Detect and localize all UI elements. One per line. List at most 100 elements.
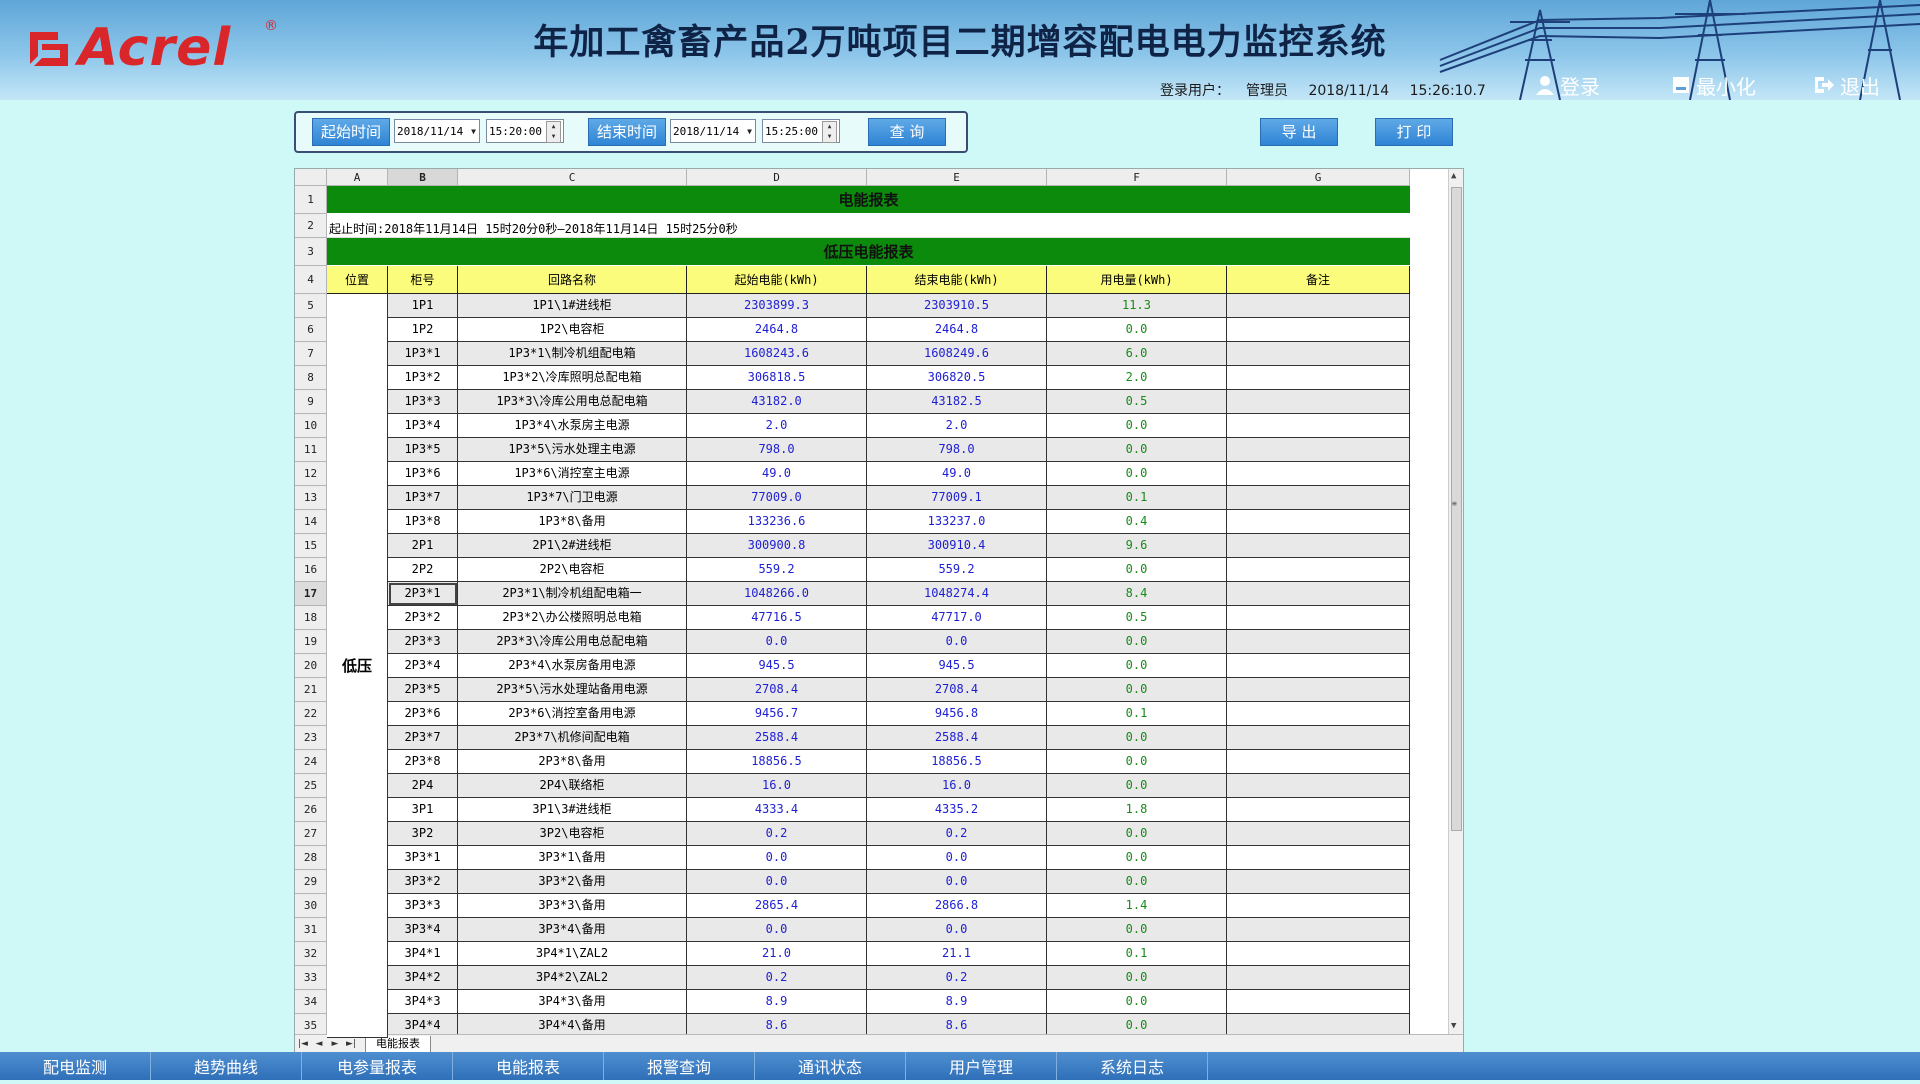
cabinet-cell[interactable]: 1P3*2	[388, 366, 458, 390]
consumption-cell[interactable]: 0.0	[1047, 462, 1227, 486]
end-energy-cell[interactable]: 49.0	[867, 462, 1047, 486]
circuit-name-cell[interactable]: 1P3*1\制冷机组配电箱	[458, 342, 687, 366]
cabinet-cell[interactable]: 3P4*3	[388, 990, 458, 1014]
consumption-cell[interactable]: 0.1	[1047, 702, 1227, 726]
remarks-cell[interactable]	[1227, 918, 1410, 942]
first-sheet-icon[interactable]: |◄	[295, 1039, 311, 1049]
column-header-e[interactable]: E	[867, 169, 1047, 186]
start-energy-cell[interactable]: 0.0	[687, 918, 867, 942]
print-button[interactable]: 打 印	[1375, 118, 1453, 146]
circuit-name-cell[interactable]: 1P3*5\污水处理主电源	[458, 438, 687, 462]
select-all-corner[interactable]	[295, 169, 327, 186]
consumption-cell[interactable]: 0.0	[1047, 870, 1227, 894]
end-energy-cell[interactable]: 16.0	[867, 774, 1047, 798]
consumption-cell[interactable]: 0.5	[1047, 390, 1227, 414]
end-energy-cell[interactable]: 0.0	[867, 846, 1047, 870]
start-energy-cell[interactable]: 798.0	[687, 438, 867, 462]
row-header[interactable]: 7	[295, 342, 327, 366]
consumption-cell[interactable]: 0.0	[1047, 558, 1227, 582]
remarks-cell[interactable]	[1227, 582, 1410, 606]
circuit-name-cell[interactable]: 2P3*1\制冷机组配电箱一	[458, 582, 687, 606]
row-header[interactable]: 33	[295, 966, 327, 990]
circuit-name-cell[interactable]: 3P3*1\备用	[458, 846, 687, 870]
row-header[interactable]: 4	[295, 266, 327, 294]
row-header[interactable]: 22	[295, 702, 327, 726]
consumption-cell[interactable]: 0.0	[1047, 822, 1227, 846]
circuit-name-cell[interactable]: 1P3*2\冷库照明总配电箱	[458, 366, 687, 390]
cabinet-cell[interactable]: 3P4*1	[388, 942, 458, 966]
start-energy-cell[interactable]: 49.0	[687, 462, 867, 486]
consumption-cell[interactable]: 0.0	[1047, 918, 1227, 942]
row-header[interactable]: 13	[295, 486, 327, 510]
row-header[interactable]: 30	[295, 894, 327, 918]
row-header[interactable]: 17	[295, 582, 327, 606]
start-energy-cell[interactable]: 0.2	[687, 966, 867, 990]
circuit-name-cell[interactable]: 1P3*4\水泵房主电源	[458, 414, 687, 438]
end-energy-cell[interactable]: 2303910.5	[867, 294, 1047, 318]
row-header[interactable]: 8	[295, 366, 327, 390]
circuit-name-cell[interactable]: 1P3*6\消控室主电源	[458, 462, 687, 486]
row-header[interactable]: 34	[295, 990, 327, 1014]
end-energy-cell[interactable]: 2866.8	[867, 894, 1047, 918]
remarks-cell[interactable]	[1227, 390, 1410, 414]
row-header[interactable]: 23	[295, 726, 327, 750]
consumption-cell[interactable]: 8.4	[1047, 582, 1227, 606]
sheet-tab-energy-report[interactable]: 电能报表	[365, 1035, 431, 1053]
end-energy-cell[interactable]: 4335.2	[867, 798, 1047, 822]
remarks-cell[interactable]	[1227, 414, 1410, 438]
remarks-cell[interactable]	[1227, 318, 1410, 342]
remarks-cell[interactable]	[1227, 822, 1410, 846]
circuit-name-cell[interactable]: 2P3*5\污水处理站备用电源	[458, 678, 687, 702]
start-energy-cell[interactable]: 77009.0	[687, 486, 867, 510]
row-header[interactable]: 5	[295, 294, 327, 318]
nav-item[interactable]: 趋势曲线	[151, 1052, 302, 1080]
end-energy-cell[interactable]: 945.5	[867, 654, 1047, 678]
circuit-name-cell[interactable]: 2P4\联络柜	[458, 774, 687, 798]
cabinet-cell[interactable]: 3P3*1	[388, 846, 458, 870]
circuit-name-cell[interactable]: 2P3*8\备用	[458, 750, 687, 774]
consumption-cell[interactable]: 2.0	[1047, 366, 1227, 390]
remarks-cell[interactable]	[1227, 870, 1410, 894]
end-energy-cell[interactable]: 18856.5	[867, 750, 1047, 774]
remarks-cell[interactable]	[1227, 294, 1410, 318]
end-energy-cell[interactable]: 21.1	[867, 942, 1047, 966]
end-energy-cell[interactable]: 306820.5	[867, 366, 1047, 390]
row-header[interactable]: 19	[295, 630, 327, 654]
row-header[interactable]: 15	[295, 534, 327, 558]
column-header-a[interactable]: A	[327, 169, 388, 186]
minimize-button[interactable]: 最小化	[1672, 72, 1756, 99]
remarks-cell[interactable]	[1227, 654, 1410, 678]
row-header[interactable]: 32	[295, 942, 327, 966]
consumption-cell[interactable]: 0.0	[1047, 966, 1227, 990]
start-energy-cell[interactable]: 2708.4	[687, 678, 867, 702]
end-energy-cell[interactable]: 8.9	[867, 990, 1047, 1014]
start-energy-cell[interactable]: 300900.8	[687, 534, 867, 558]
end-energy-cell[interactable]: 2464.8	[867, 318, 1047, 342]
remarks-cell[interactable]	[1227, 966, 1410, 990]
cabinet-cell[interactable]: 3P3*2	[388, 870, 458, 894]
row-header[interactable]: 6	[295, 318, 327, 342]
circuit-name-cell[interactable]: 2P3*4\水泵房备用电源	[458, 654, 687, 678]
circuit-name-cell[interactable]: 3P4*2\ZAL2	[458, 966, 687, 990]
circuit-name-cell[interactable]: 2P3*3\冷库公用电总配电箱	[458, 630, 687, 654]
start-energy-cell[interactable]: 16.0	[687, 774, 867, 798]
cabinet-cell[interactable]: 1P3*7	[388, 486, 458, 510]
row-header[interactable]: 25	[295, 774, 327, 798]
circuit-name-cell[interactable]: 2P3*6\消控室备用电源	[458, 702, 687, 726]
login-button[interactable]: 登录	[1536, 72, 1600, 99]
row-header[interactable]: 16	[295, 558, 327, 582]
consumption-cell[interactable]: 0.1	[1047, 486, 1227, 510]
column-header-f[interactable]: F	[1047, 169, 1227, 186]
next-sheet-icon[interactable]: ►	[327, 1039, 343, 1049]
row-header[interactable]: 10	[295, 414, 327, 438]
start-energy-cell[interactable]: 21.0	[687, 942, 867, 966]
circuit-name-cell[interactable]: 1P3*7\门卫电源	[458, 486, 687, 510]
circuit-name-cell[interactable]: 2P1\2#进线柜	[458, 534, 687, 558]
cabinet-cell[interactable]: 2P1	[388, 534, 458, 558]
row-header[interactable]: 18	[295, 606, 327, 630]
remarks-cell[interactable]	[1227, 534, 1410, 558]
end-energy-cell[interactable]: 0.0	[867, 870, 1047, 894]
consumption-cell[interactable]: 1.8	[1047, 798, 1227, 822]
cabinet-cell[interactable]: 3P3*4	[388, 918, 458, 942]
start-energy-cell[interactable]: 43182.0	[687, 390, 867, 414]
